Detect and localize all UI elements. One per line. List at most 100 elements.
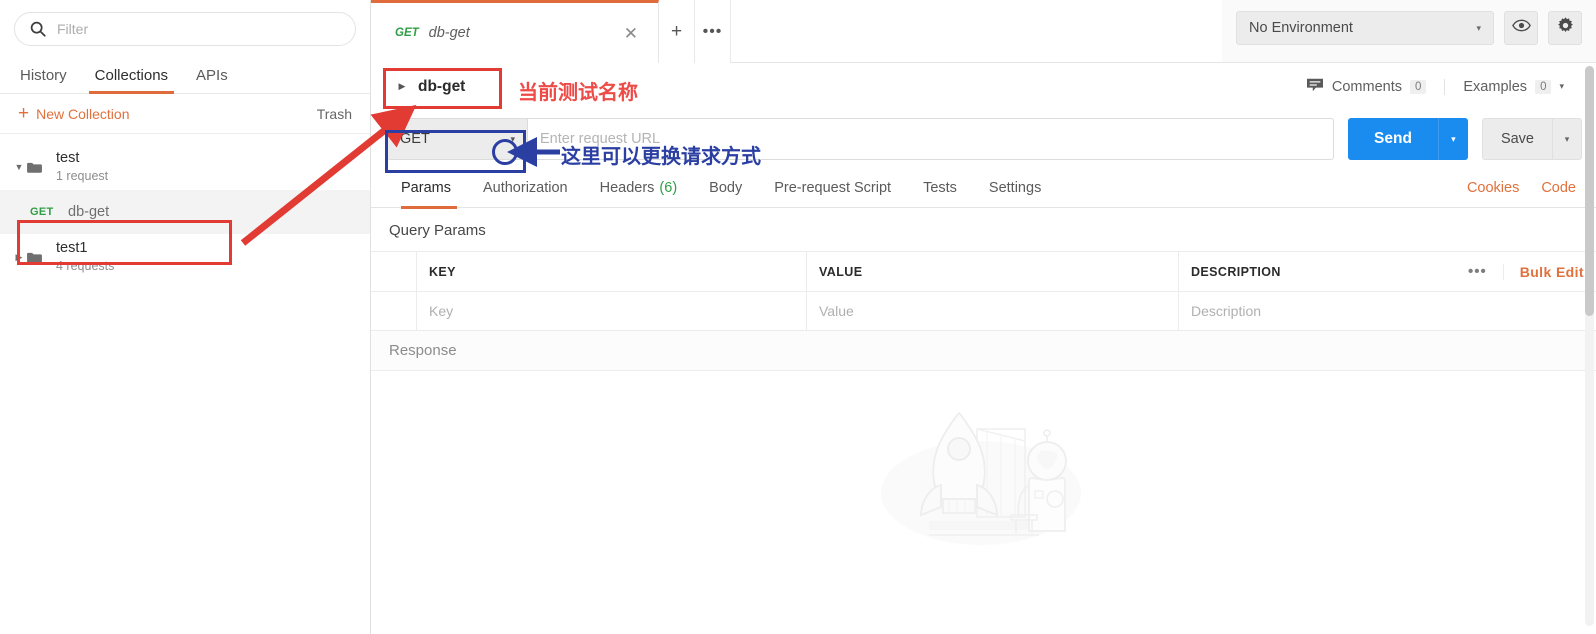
breadcrumb-actions: Comments 0 Examples 0 ▾ — [1288, 77, 1582, 97]
new-tab-button[interactable]: + — [659, 0, 695, 63]
tab-params[interactable]: Params — [387, 168, 467, 209]
tab-body[interactable]: Body — [693, 168, 758, 208]
param-key-input[interactable]: Key — [417, 292, 807, 330]
tab-headers-count: (6) — [659, 179, 678, 196]
tree-folder-test1[interactable]: ▶ test1 4 requests — [0, 234, 370, 280]
scrollbar-thumb[interactable] — [1585, 66, 1594, 316]
sidebar-tab-apis[interactable]: APIs — [182, 67, 242, 93]
folder-meta: test1 4 requests — [56, 239, 114, 275]
folder-request-count: 1 request — [56, 169, 109, 184]
comments-label: Comments — [1331, 78, 1402, 95]
tab-headers[interactable]: Headers (6) — [584, 168, 694, 208]
cookies-link[interactable]: Cookies — [1467, 180, 1519, 196]
save-options-caret-icon[interactable]: ▾ — [1552, 118, 1582, 160]
request-tabs-right-actions: Cookies Code — [1467, 180, 1582, 196]
request-tab-strip: GET db-get ✕ + ••• — [371, 0, 1222, 63]
environment-zone: No Environment ▾ — [1222, 0, 1596, 45]
table-tools: ••• Bulk Edit — [1452, 263, 1584, 280]
examples-count: 0 — [1535, 79, 1552, 94]
filter-area — [0, 0, 370, 56]
tab-options-button[interactable]: ••• — [695, 0, 731, 63]
folder-request-count: 4 requests — [56, 259, 115, 274]
chevron-down-icon[interactable]: ▾ — [1559, 81, 1564, 92]
query-params-title: Query Params — [389, 222, 486, 239]
tab-strip-filler — [731, 0, 1222, 63]
folder-icon — [26, 161, 48, 174]
chevron-down-icon[interactable]: ▼ — [12, 162, 26, 172]
tab-authorization-label: Authorization — [482, 179, 568, 196]
examples-button[interactable]: Examples 0 ▾ — [1444, 78, 1582, 95]
comment-icon — [1306, 77, 1324, 97]
param-value-input[interactable]: Value — [807, 292, 1179, 330]
chevron-right-icon[interactable]: ▶ — [395, 81, 409, 92]
vertical-scrollbar[interactable] — [1585, 66, 1594, 626]
plus-icon: + — [18, 103, 30, 124]
send-options-caret-icon[interactable]: ▾ — [1437, 118, 1468, 160]
tab-body-label: Body — [709, 179, 743, 196]
code-link[interactable]: Code — [1541, 180, 1576, 196]
response-body — [371, 371, 1596, 599]
sidebar-tabs: History Collections APIs — [0, 56, 370, 94]
send-button[interactable]: Send — [1348, 118, 1438, 160]
settings-button[interactable] — [1548, 11, 1582, 45]
search-input[interactable] — [57, 21, 341, 37]
tree-folder-test[interactable]: ▼ test 1 request — [0, 144, 370, 190]
save-button-group: Save ▾ — [1481, 118, 1582, 160]
column-header-description: DESCRIPTION ••• Bulk Edit — [1179, 252, 1596, 291]
chevron-down-icon: ▾ — [1476, 22, 1481, 33]
tab-title: db-get — [428, 25, 470, 41]
comments-count: 0 — [1409, 79, 1427, 94]
response-header: Response — [371, 331, 1596, 371]
request-method-label: GET — [30, 206, 54, 218]
rocket-astronaut-illustration — [869, 381, 1099, 556]
top-bar: GET db-get ✕ + ••• No Environment ▾ — [371, 0, 1596, 63]
breadcrumb[interactable]: ▶ db-get — [387, 73, 477, 101]
table-row[interactable]: Key Value Description — [371, 292, 1596, 331]
method-selector[interactable]: GET ▾ — [387, 118, 527, 160]
postman-window: History Collections APIs + New Collectio… — [0, 0, 1596, 634]
table-options-icon[interactable]: ••• — [1452, 263, 1503, 280]
tab-settings[interactable]: Settings — [973, 168, 1057, 208]
comments-button[interactable]: Comments 0 — [1288, 77, 1445, 97]
trash-button[interactable]: Trash — [317, 106, 352, 122]
save-button[interactable]: Save — [1481, 118, 1552, 160]
tab-headers-label: Headers — [599, 179, 655, 196]
folder-icon — [26, 251, 48, 264]
tab-pre-request-script[interactable]: Pre-request Script — [758, 168, 907, 208]
sidebar-tab-history[interactable]: History — [6, 67, 81, 93]
row-checkbox-gutter — [371, 252, 417, 291]
new-collection-label: New Collection — [36, 105, 130, 122]
request-detail-tabs: Params Authorization Headers (6) Body Pr… — [371, 168, 1596, 209]
folder-meta: test 1 request — [56, 149, 108, 185]
param-description-input[interactable]: Description — [1179, 292, 1596, 330]
send-button-group: Send ▾ — [1348, 118, 1468, 160]
sidebar-tab-collections[interactable]: Collections — [81, 67, 182, 94]
column-header-description-label: DESCRIPTION — [1191, 264, 1281, 279]
new-collection-button[interactable]: + New Collection — [18, 104, 129, 123]
bulk-edit-button[interactable]: Bulk Edit — [1502, 263, 1584, 280]
tab-method-label: GET — [395, 27, 419, 39]
search-box[interactable] — [14, 12, 356, 46]
row-checkbox-gutter[interactable] — [371, 292, 417, 330]
request-tab-db-get[interactable]: GET db-get ✕ — [371, 0, 659, 63]
url-input-wrapper[interactable] — [527, 118, 1335, 160]
environment-quick-look-button[interactable] — [1504, 11, 1538, 45]
search-icon — [29, 20, 47, 38]
chevron-right-icon[interactable]: ▶ — [12, 252, 26, 263]
tab-pre-request-script-label: Pre-request Script — [774, 179, 892, 196]
environment-selector[interactable]: No Environment ▾ — [1236, 11, 1494, 45]
main-panel: GET db-get ✕ + ••• No Environment ▾ ▶ db… — [371, 0, 1596, 634]
chevron-down-icon[interactable]: ▾ — [510, 134, 515, 145]
request-name-label: db-get — [68, 204, 110, 220]
tab-params-label: Params — [401, 179, 451, 196]
breadcrumb-row: ▶ db-get Comments 0 Examples 0 ▾ — [371, 63, 1596, 110]
tab-tests[interactable]: Tests — [907, 168, 973, 208]
tree-request-db-get[interactable]: GET db-get — [0, 190, 370, 234]
url-input[interactable] — [540, 131, 1322, 147]
tab-authorization[interactable]: Authorization — [467, 168, 584, 208]
eye-icon — [1511, 19, 1531, 37]
collections-tree: ▼ test 1 request GET db-get ▶ test1 4 re… — [0, 134, 370, 280]
folder-name: test1 — [56, 240, 88, 257]
close-icon[interactable]: ✕ — [620, 23, 642, 44]
environment-value: No Environment — [1249, 20, 1353, 36]
